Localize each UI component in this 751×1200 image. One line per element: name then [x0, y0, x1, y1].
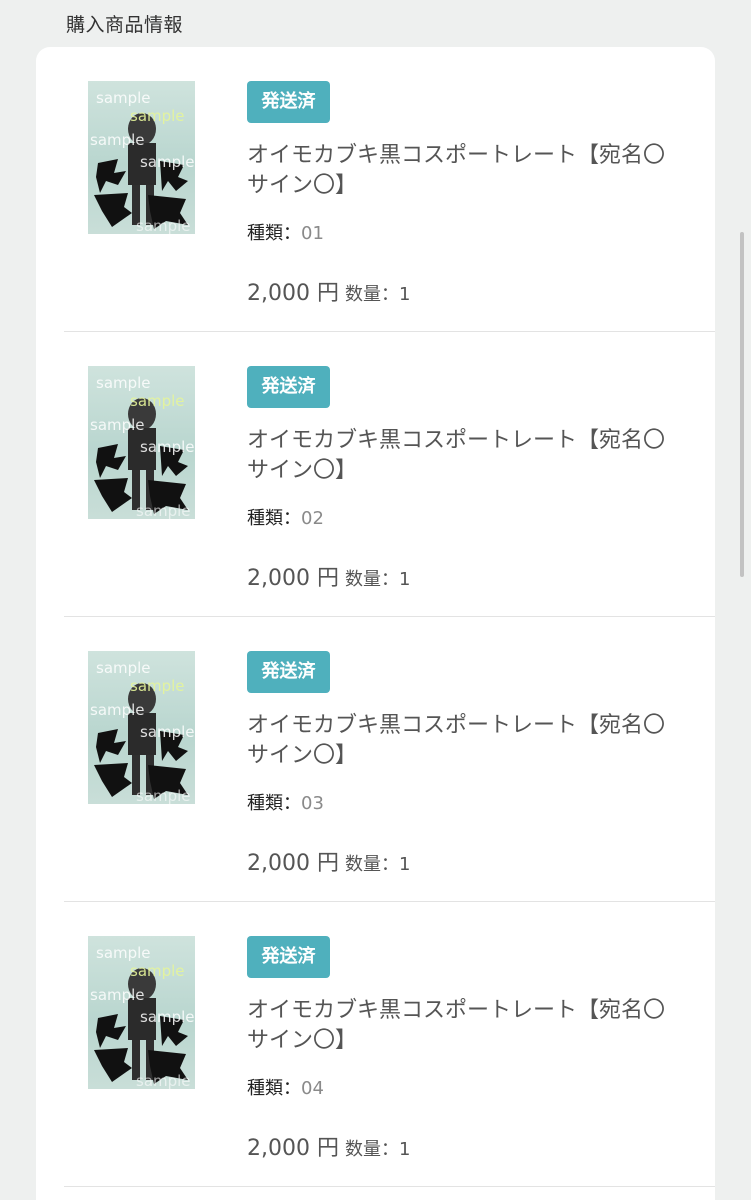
variant-label: 種類： — [247, 223, 301, 244]
watermark-text: sample — [130, 677, 185, 695]
divider — [64, 1186, 715, 1187]
product-name[interactable]: オイモカブキ黒コスポートレート【宛名〇 サイン〇】 — [247, 426, 687, 486]
variant-label: 種類： — [247, 793, 301, 814]
quantity-label: 数量： — [344, 1139, 399, 1160]
variant-label: 種類： — [247, 508, 301, 529]
watermark-text: sample — [130, 107, 185, 125]
watermark-text: sample — [130, 392, 185, 410]
quantity-value: 1 — [398, 1139, 411, 1160]
watermark-text: sample — [136, 787, 191, 804]
quantity-value: 1 — [398, 284, 411, 305]
watermark-text: sample — [90, 986, 145, 1004]
watermark-text: sample — [130, 962, 185, 980]
product-variant: 種類：02 — [247, 504, 324, 530]
watermark-text: sample — [136, 217, 191, 234]
watermark-text: sample — [90, 131, 145, 149]
variant-label: 種類： — [247, 1078, 301, 1099]
product-thumbnail[interactable]: sample sample sample sample sample — [88, 81, 195, 234]
status-badge: 発送済 — [247, 936, 330, 978]
thumbnail-image: sample sample sample sample sample — [90, 374, 195, 519]
watermark-text: sample — [140, 153, 195, 171]
watermark-text: sample — [140, 438, 195, 456]
price-row: 2,000 円数量：1 — [247, 845, 410, 877]
list-item[interactable]: sample sample sample sample sample 発送済 オ… — [64, 902, 715, 1187]
product-thumbnail[interactable]: sample sample sample sample sample — [88, 651, 195, 804]
quantity-value: 1 — [398, 854, 411, 875]
status-badge: 発送済 — [247, 81, 330, 123]
variant-value: 02 — [301, 508, 324, 529]
watermark-text: sample — [90, 701, 145, 719]
product-name[interactable]: オイモカブキ黒コスポートレート【宛名〇 サイン〇】 — [247, 996, 687, 1056]
price-row: 2,000 円数量：1 — [247, 560, 410, 592]
product-thumbnail[interactable]: sample sample sample sample sample — [88, 936, 195, 1089]
list-item[interactable]: sample sample sample sample sample 発送済 オ… — [64, 617, 715, 902]
variant-value: 04 — [301, 1078, 324, 1099]
price: 2,000 円 — [247, 566, 339, 591]
quantity-label: 数量： — [344, 854, 399, 875]
status-badge: 発送済 — [247, 651, 330, 693]
thumbnail-image: sample sample sample sample sample — [90, 944, 195, 1089]
watermark-text: sample — [140, 1008, 195, 1026]
product-thumbnail[interactable]: sample sample sample sample sample — [88, 366, 195, 519]
product-name[interactable]: オイモカブキ黒コスポートレート【宛名〇 サイン〇】 — [247, 141, 687, 201]
price-row: 2,000 円数量：1 — [247, 275, 410, 307]
scrollbar[interactable] — [740, 232, 744, 577]
watermark-text: sample — [96, 89, 151, 107]
watermark-text: sample — [96, 659, 151, 677]
watermark-text: sample — [90, 416, 145, 434]
watermark-text: sample — [140, 723, 195, 741]
product-variant: 種類：03 — [247, 789, 324, 815]
watermark-text: sample — [96, 944, 151, 962]
list-item[interactable]: sample sample sample sample sample 発送済 オ… — [64, 47, 715, 332]
product-variant: 種類：01 — [247, 219, 324, 245]
price: 2,000 円 — [247, 1136, 339, 1161]
quantity-value: 1 — [398, 569, 411, 590]
variant-value: 03 — [301, 793, 324, 814]
quantity-label: 数量： — [344, 284, 399, 305]
status-badge: 発送済 — [247, 366, 330, 408]
quantity-label: 数量： — [344, 569, 399, 590]
product-name[interactable]: オイモカブキ黒コスポートレート【宛名〇 サイン〇】 — [247, 711, 687, 771]
watermark-text: sample — [96, 374, 151, 392]
watermark-text: sample — [136, 1072, 191, 1089]
watermark-text: sample — [136, 502, 191, 519]
thumbnail-image: sample sample sample sample sample — [90, 89, 195, 234]
purchase-info-page: 購入商品情報 sample sample sample sample sampl… — [0, 0, 751, 1200]
product-variant: 種類：04 — [247, 1074, 324, 1100]
price-row: 2,000 円数量：1 — [247, 1130, 410, 1162]
section-title: 購入商品情報 — [66, 14, 184, 36]
thumbnail-image: sample sample sample sample sample — [90, 659, 195, 804]
list-item[interactable]: sample sample sample sample sample 発送済 オ… — [64, 332, 715, 617]
price: 2,000 円 — [247, 281, 339, 306]
variant-value: 01 — [301, 223, 324, 244]
price: 2,000 円 — [247, 851, 339, 876]
